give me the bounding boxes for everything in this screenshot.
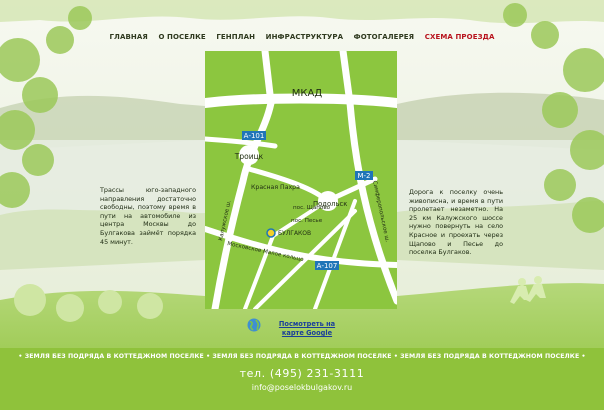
globe-icon[interactable] — [247, 318, 261, 332]
label-bulgakov: БУЛГАКОВ — [278, 230, 311, 237]
nav-item-infrastructure[interactable]: ИНФРАСТРУКТУРА — [266, 33, 344, 41]
label-mkad: МКАД — [292, 88, 323, 99]
footer-ticker: • ЗЕМЛЯ БЕЗ ПОДРЯДА В КОТТЕДЖНОМ ПОСЕЛКЕ… — [18, 353, 586, 360]
nav-item-gallery[interactable]: ФОТОГАЛЕРЕЯ — [354, 33, 415, 41]
nav-item-directions[interactable]: СХЕМА ПРОЕЗДА — [425, 33, 495, 41]
nav-item-genplan[interactable]: ГЕНПЛАН — [216, 33, 255, 41]
label-shchapovo: пос. Щапово — [293, 205, 331, 211]
label-m2: М-2 — [357, 172, 370, 180]
label-pesye: пос. Песье — [291, 218, 323, 224]
route-map: А-101 М-2 А-107 МКАД Троицк Красная Пахр… — [205, 51, 397, 309]
label-krasnaya-pakhra: Красная Пахра — [251, 184, 300, 191]
location-pin-icon — [266, 228, 276, 238]
nav-item-about[interactable]: О ПОСЕЛКЕ — [158, 33, 205, 41]
footer-email-link[interactable]: info@poselokbulgakov.ru — [0, 383, 604, 392]
label-a101: А-101 — [244, 132, 265, 140]
main-nav: ГЛАВНАЯ О ПОСЕЛКЕ ГЕНПЛАН ИНФРАСТРУКТУРА… — [0, 33, 604, 41]
google-map-link[interactable]: Посмотреть на карте Google — [270, 320, 344, 338]
nav-item-home[interactable]: ГЛАВНАЯ — [109, 33, 147, 41]
left-description: Трассы юго-западного направления достато… — [100, 186, 196, 246]
right-description: Дорога к поселку очень живописна, и врем… — [409, 188, 503, 257]
road-mkad — [205, 93, 397, 108]
label-a107: А-107 — [317, 262, 338, 270]
footer-phone: тел. (495) 231-3111 — [239, 367, 365, 380]
label-troitsk: Троицк — [234, 152, 264, 161]
